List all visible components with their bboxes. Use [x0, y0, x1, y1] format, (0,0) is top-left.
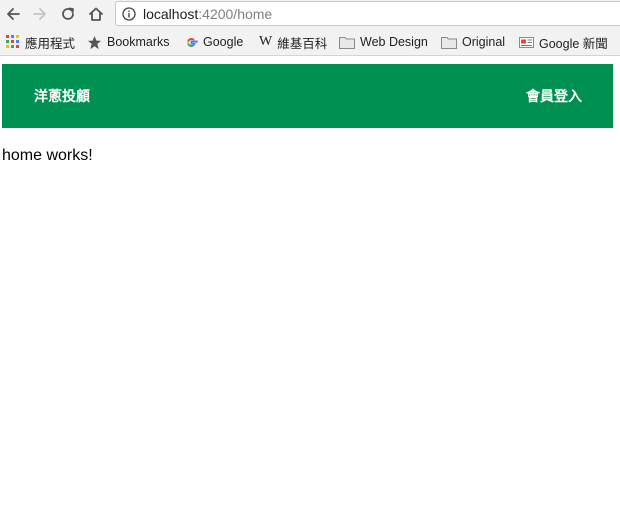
forward-arrow-icon [33, 8, 46, 20]
reload-icon [62, 7, 74, 20]
bookmark-web-design[interactable]: Web Design [339, 34, 428, 50]
wikipedia-w-icon: W [259, 34, 273, 49]
bookmark-label: Google 新聞 [539, 36, 608, 51]
url-host: localhost [143, 6, 199, 22]
forward-button[interactable] [29, 3, 51, 25]
home-content-text: home works! [2, 147, 93, 164]
bookmark-original[interactable]: Original [441, 34, 505, 50]
bookmark-google-news[interactable]: Google 新聞 [519, 34, 608, 51]
bookmarks-bar: 應用程式 Bookmarks Google W 維基百科 Web Design [0, 29, 620, 56]
bookmark-wikipedia[interactable]: W 維基百科 [259, 34, 328, 51]
bookmark-bookmarks[interactable]: Bookmarks [87, 34, 170, 50]
back-button[interactable] [2, 3, 24, 25]
bookmark-label: Web Design [360, 35, 428, 49]
bookmark-label: Original [462, 35, 506, 49]
star-icon [87, 35, 102, 50]
home-button[interactable] [85, 3, 107, 25]
folder-icon [339, 36, 355, 49]
back-arrow-icon [7, 8, 20, 20]
home-icon [89, 7, 103, 21]
bookmark-label: 維基百科 [277, 36, 328, 51]
bookmark-label: 應用程式 [25, 36, 76, 51]
address-bar[interactable]: localhost:4200/home [115, 1, 620, 26]
brand-logo-text[interactable]: 洋蔥投顧 [34, 88, 90, 104]
browser-toolbar: localhost:4200/home [0, 0, 620, 29]
bookmark-apps[interactable]: 應用程式 [6, 34, 76, 51]
member-login-link[interactable]: 會員登入 [526, 88, 582, 104]
url-text[interactable]: localhost:4200/home [143, 6, 272, 22]
bookmark-google[interactable]: Google [185, 34, 243, 50]
url-path: :4200/home [198, 6, 273, 22]
folder-icon [441, 36, 457, 49]
google-g-icon [185, 36, 198, 49]
google-news-icon [519, 36, 534, 49]
bookmark-label: Google [203, 35, 244, 49]
apps-grid-icon [6, 35, 20, 49]
bookmark-label: Bookmarks [107, 35, 170, 49]
info-icon[interactable] [122, 7, 136, 26]
reload-button[interactable] [57, 3, 79, 25]
app-header: 洋蔥投顧 會員登入 [2, 64, 613, 128]
